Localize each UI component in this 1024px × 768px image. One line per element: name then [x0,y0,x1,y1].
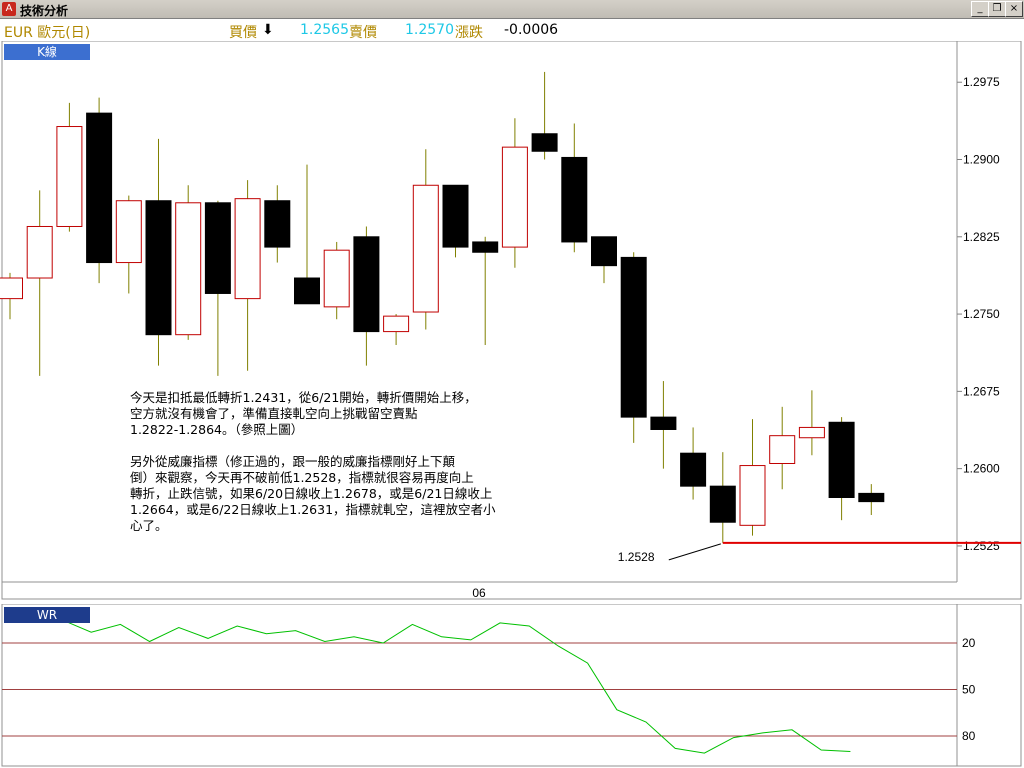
price-tick-label: 1.2900 [963,153,1000,167]
candle-down[interactable] [204,202,231,294]
candle-up[interactable] [115,200,142,264]
candle-down[interactable] [680,452,707,487]
candle-down[interactable] [294,277,320,305]
candle-up[interactable] [501,146,528,248]
window-title: 技術分析 [20,4,69,18]
annotation-paragraph-1: 今天是扣抵最低轉折1.2431，從6/21開始，轉折價開始上移， 空方就沒有機會… [130,390,477,437]
candle-up[interactable] [26,225,53,279]
candle-up[interactable] [56,126,83,227]
candle-down[interactable] [442,184,469,248]
candle-up[interactable] [412,184,439,313]
candle-down[interactable] [86,112,113,264]
candle-down[interactable] [264,200,291,248]
candle-up[interactable] [383,315,410,333]
bid-label: 買價 [229,25,257,41]
candle-down[interactable] [709,485,736,523]
candle-up[interactable] [769,435,796,464]
support-label: 1.2528 [618,550,655,564]
candle-down[interactable] [561,156,588,243]
candle-down[interactable] [353,236,380,333]
price-tick-label: 1.2675 [963,384,1000,398]
x-axis-label: 06 [472,586,486,600]
bid-value: 1.2565 [300,22,349,38]
candle-down[interactable] [828,421,855,499]
wr-level-label: 50 [962,683,976,697]
minimize-button[interactable]: _ [971,1,989,17]
window-titlebar[interactable]: A 技術分析 _ ❐ × [0,0,1024,19]
candle-up[interactable] [798,426,825,439]
wr-frame [1,604,1022,767]
ask-value: 1.2570 [405,22,454,38]
ask-label: 賣價 [349,25,377,41]
change-label: 漲跌 [455,25,483,41]
price-tick-label: 1.2825 [963,230,1000,244]
candle-up[interactable] [234,198,261,300]
price-tick-label: 1.2525 [963,539,1000,553]
symbol-label: EUR 歐元(日) [4,25,91,41]
app-icon: A [2,2,16,16]
candle-down[interactable] [858,492,885,503]
restore-button[interactable]: ❐ [988,1,1006,17]
candle-up[interactable] [175,202,202,336]
change-value: -0.0006 [504,22,559,38]
quote-bar: EUR 歐元(日) 買價 ⬇ 1.2565 賣價 1.2570 漲跌 -0.00… [0,19,1024,41]
candle-down[interactable] [591,236,617,267]
candle-down[interactable] [145,200,172,336]
annotation-paragraph-2: 另外從威廉指標（修正過的，跟一般的威廉指標剛好上下顛 倒）來觀察，今天再不破前低… [130,454,496,533]
candle-up[interactable] [323,249,350,308]
candle-down[interactable] [620,256,647,418]
wr-level-label: 80 [962,729,976,743]
wr-panel-tag[interactable]: WR [4,607,90,623]
price-tick-label: 1.2975 [963,75,1000,89]
candle-up[interactable] [0,277,23,300]
kline-panel-tag[interactable]: K線 [4,44,90,60]
candle-down[interactable] [472,241,499,253]
candle-up[interactable] [739,465,766,526]
wr-indicator-chart[interactable]: 20 50 80 [0,604,1024,768]
candle-down[interactable] [650,416,677,430]
price-tick-label: 1.2600 [963,462,1000,476]
close-button[interactable]: × [1005,1,1023,17]
down-arrow-icon: ⬇ [262,22,274,38]
price-tick-label: 1.2750 [963,307,1000,321]
wr-level-label: 20 [962,636,976,650]
candle-down[interactable] [531,133,558,152]
